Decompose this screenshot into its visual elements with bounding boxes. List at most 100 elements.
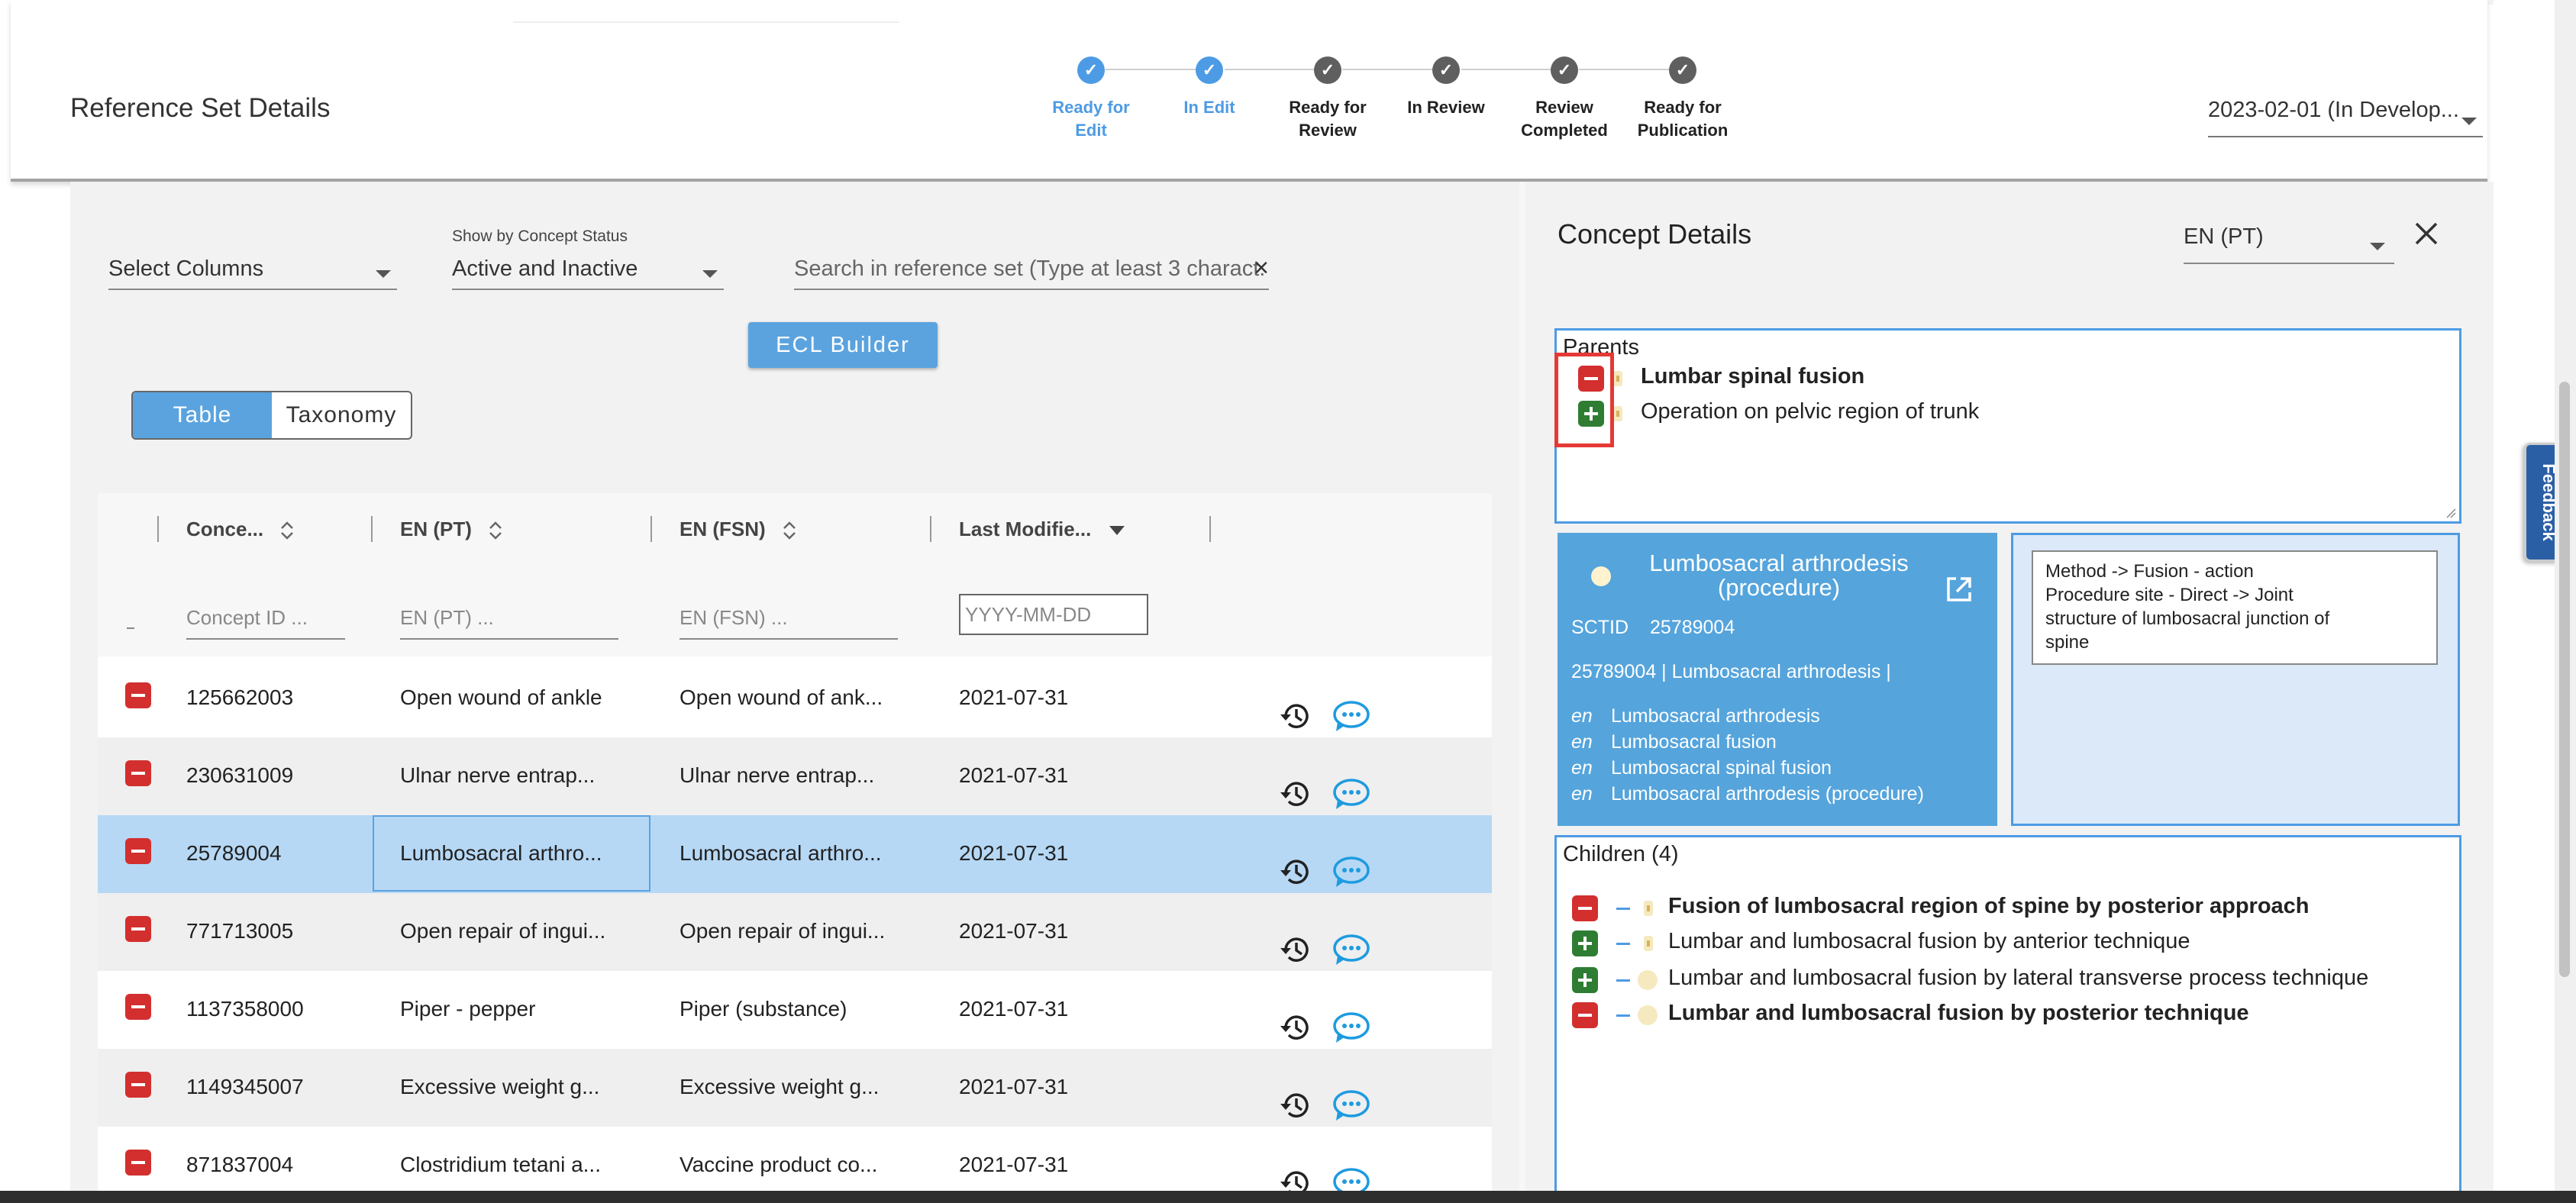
child-item[interactable]: Lumbar and lumbosacral fusion by anterio… [1668, 929, 2190, 954]
sort-icon[interactable] [279, 519, 295, 542]
grid-header: Conce... EN (PT) EN (FSN) Last Modifie..… [98, 493, 1492, 566]
close-icon[interactable] [2413, 220, 2440, 247]
taxonomy-view-button[interactable]: Taxonomy [272, 392, 411, 438]
language-select[interactable]: EN (PT) [2184, 220, 2394, 264]
en-fsn-filter[interactable]: EN (FSN) ... [680, 606, 898, 640]
column-header-last-modified[interactable]: Last Modifie... [959, 518, 1126, 541]
primitive-concept-icon [1613, 371, 1622, 386]
concept-details-title: Concept Details [1558, 218, 1752, 250]
primitive-concept-icon [1644, 936, 1653, 951]
remove-child-icon[interactable] [1572, 895, 1598, 921]
defined-concept-icon [1638, 970, 1658, 990]
check-icon: ✓ [1432, 56, 1460, 84]
history-icon[interactable] [1278, 777, 1312, 811]
reference-set-grid: Conce... EN (PT) EN (FSN) Last Modifie..… [98, 493, 1492, 1203]
description-item: en Lumbosacral arthrodesis (procedure) [1571, 783, 1924, 805]
grid-filter-row: Concept ID ... EN (PT) ... EN (FSN) ... … [98, 566, 1492, 656]
column-header-en-pt[interactable]: EN (PT) [400, 518, 503, 542]
table-row[interactable]: 1137358000 Piper - pepper Piper (substan… [98, 971, 1492, 1049]
sctid-line: SCTID 25789004 [1571, 617, 1735, 638]
attributes-box: Method -> Fusion - action Procedure site… [2011, 533, 2460, 826]
history-icon[interactable] [1278, 855, 1312, 889]
column-header-concept-id[interactable]: Conce... [186, 518, 295, 542]
header-divider [513, 21, 899, 23]
comment-icon[interactable] [1332, 699, 1371, 734]
check-icon: ✓ [1077, 56, 1105, 84]
status-filter-label: Show by Concept Status [452, 227, 628, 245]
page-scrollbar[interactable] [2555, 0, 2576, 1203]
add-child-icon[interactable] [1572, 967, 1598, 993]
chevron-down-icon [702, 270, 718, 278]
history-icon[interactable] [1278, 933, 1312, 966]
table-row[interactable]: 1149345007 Excessive weight g... Excessi… [98, 1049, 1492, 1127]
chevron-down-icon [2370, 243, 2385, 250]
parent-item[interactable]: Lumbar spinal fusion [1641, 364, 1864, 389]
fsn-line: 25789004 | Lumbosacral arthrodesis | [1571, 661, 1891, 682]
page-title: Reference Set Details [70, 93, 331, 123]
remove-icon[interactable] [125, 838, 151, 864]
defined-concept-icon [1638, 1005, 1658, 1025]
scrollbar-thumb[interactable] [2559, 382, 2570, 977]
version-value: 2023-02-01 (In Develop... [2208, 98, 2459, 122]
ecl-builder-button[interactable]: ECL Builder [748, 322, 938, 368]
comment-icon[interactable] [1332, 777, 1371, 812]
parents-box: Parents Lumbar spinal fusion Operation o… [1554, 328, 2461, 524]
child-item[interactable]: Lumbar and lumbosacral fusion by posteri… [1668, 1001, 2249, 1026]
resize-handle-icon[interactable] [2445, 508, 2456, 518]
last-modified-filter[interactable]: YYYY-MM-DD [959, 594, 1148, 635]
remove-icon[interactable] [125, 760, 151, 786]
primitive-concept-icon [1613, 406, 1622, 421]
view-toggle: Table Taxonomy [131, 391, 412, 440]
clear-icon[interactable]: × [1254, 253, 1269, 283]
table-view-button[interactable]: Table [133, 392, 272, 438]
bottom-bar [0, 1191, 2576, 1203]
table-row[interactable]: 771713005 Open repair of ingui... Open r… [98, 893, 1492, 971]
check-icon: ✓ [1196, 56, 1223, 84]
sort-icon[interactable] [488, 519, 503, 542]
version-select[interactable]: 2023-02-01 (In Develop... [2208, 98, 2483, 137]
remove-icon[interactable] [125, 1150, 151, 1176]
table-row[interactable]: 230631009 Ulnar nerve entrap... Ulnar ne… [98, 737, 1492, 815]
table-row[interactable]: 125662003 Open wound of ankle Open wound… [98, 660, 1492, 737]
concept-card: Lumbosacral arthrodesis (procedure) SCTID… [1558, 533, 1997, 826]
description-item: en Lumbosacral arthrodesis [1571, 705, 1820, 727]
chevron-down-icon [2461, 118, 2477, 125]
history-icon[interactable] [1278, 1011, 1312, 1044]
en-pt-filter[interactable]: EN (PT) ... [400, 606, 618, 640]
check-icon: ✓ [1314, 56, 1341, 84]
step-ready-for-publication[interactable]: ✓ Ready for Publication [1610, 56, 1755, 142]
remove-icon[interactable] [125, 682, 151, 708]
history-icon[interactable] [1278, 699, 1312, 733]
children-box: Children (4) Fusion of lumbosacral regio… [1554, 835, 2461, 1203]
comment-icon[interactable] [1332, 933, 1371, 968]
open-external-icon[interactable] [1944, 574, 1974, 605]
description-item: en Lumbosacral fusion [1571, 731, 1777, 753]
concept-id-filter[interactable]: Concept ID ... [186, 606, 345, 640]
child-item[interactable]: Lumbar and lumbosacral fusion by lateral… [1668, 966, 2368, 991]
reference-set-search-input[interactable]: Search in reference set (Type at least 3… [794, 252, 1269, 290]
comment-icon[interactable] [1332, 1011, 1371, 1046]
chevron-down-icon [376, 270, 391, 278]
table-row-selected[interactable]: 25789004 Lumbosacral arthro... Lumbosacr… [98, 815, 1492, 893]
history-icon[interactable] [1278, 1089, 1312, 1122]
remove-icon[interactable] [125, 916, 151, 942]
comment-icon[interactable] [1332, 855, 1371, 890]
children-title: Children (4) [1563, 842, 1679, 866]
check-icon: ✓ [1551, 56, 1578, 84]
comment-icon[interactable] [1332, 1089, 1371, 1124]
concept-status-dropdown[interactable]: Active and Inactive [452, 252, 724, 290]
column-header-en-fsn[interactable]: EN (FSN) [680, 518, 797, 542]
add-child-icon[interactable] [1572, 930, 1598, 956]
check-icon: ✓ [1669, 56, 1696, 84]
remove-child-icon[interactable] [1572, 1002, 1598, 1028]
parent-item[interactable]: Operation on pelvic region of trunk [1641, 399, 1979, 424]
panel-splitter[interactable] [1519, 182, 1525, 1203]
child-item[interactable]: Fusion of lumbosacral region of spine by… [1668, 894, 2310, 919]
select-columns-dropdown[interactable]: Select Columns [108, 252, 397, 290]
remove-icon[interactable] [125, 994, 151, 1020]
primitive-concept-icon [1644, 901, 1653, 916]
sort-icon[interactable] [782, 519, 797, 542]
sort-descending-icon[interactable] [1108, 523, 1126, 538]
concept-card-title: Lumbosacral arthrodesis (procedure) [1649, 550, 1909, 601]
remove-icon[interactable] [125, 1072, 151, 1098]
